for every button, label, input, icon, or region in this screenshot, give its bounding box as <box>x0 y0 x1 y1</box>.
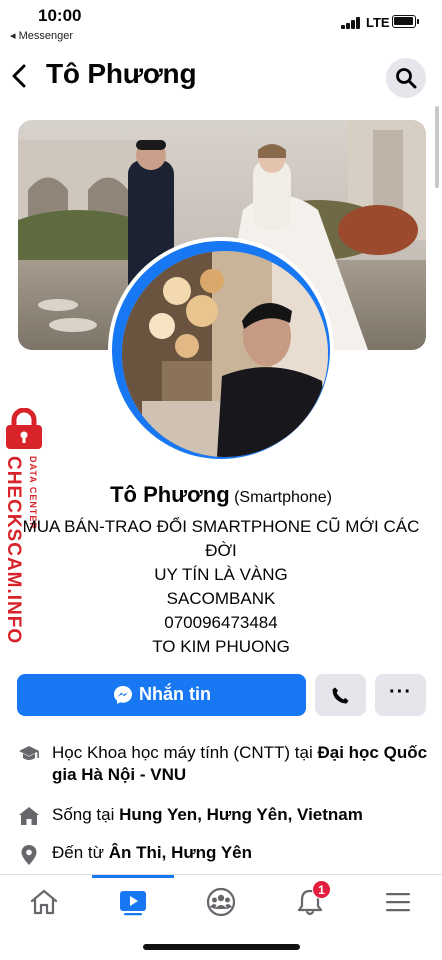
home-icon <box>30 889 58 915</box>
active-tab-indicator <box>92 875 174 878</box>
profile-header: Tô Phương <box>0 50 442 104</box>
bio-line: SACOMBANK <box>166 589 276 608</box>
from-text: Đến từ Ân Thi, Hưng Yên <box>52 842 428 864</box>
lives-in-prefix: Sống tại <box>52 805 120 824</box>
phone-icon <box>332 687 349 704</box>
groups-icon <box>206 887 236 917</box>
lives-in-place-link[interactable]: Hung Yen, Hưng Yên, Vietnam <box>119 805 363 824</box>
from-prefix: Đến từ <box>52 843 109 862</box>
message-button-label: Nhắn tin <box>139 684 211 704</box>
chevron-left-icon <box>12 64 26 88</box>
bio-line: ĐỜI <box>205 541 237 560</box>
network-type: LTE <box>366 15 390 30</box>
profile-name: Tô Phương <box>110 482 230 507</box>
profile-bio: MUA BÁN-TRAO ĐỔI SMARTPHONE CŨ MỚI CÁC Đ… <box>10 515 432 659</box>
from-place-link[interactable]: Ân Thi, Hưng Yên <box>109 843 252 862</box>
avatar-image <box>122 251 328 457</box>
tab-menu[interactable] <box>378 887 418 917</box>
page-title: Tô Phương <box>46 58 197 89</box>
location-pin-icon <box>21 845 37 865</box>
home-indicator[interactable] <box>143 944 300 950</box>
lives-in-text: Sống tại Hung Yen, Hưng Yên, Vietnam <box>52 804 428 826</box>
back-button[interactable] <box>8 62 32 90</box>
profile-category: (Smartphone) <box>234 489 332 506</box>
tab-home[interactable] <box>24 887 64 917</box>
menu-icon <box>386 893 410 912</box>
story-ring <box>112 241 330 459</box>
bio-line: MUA BÁN-TRAO ĐỔI SMARTPHONE CŨ MỚI CÁC <box>22 517 420 536</box>
scrollbar[interactable] <box>435 106 439 188</box>
home-icon <box>19 807 39 825</box>
back-to-messenger-link[interactable]: ◂ Messenger <box>10 29 73 42</box>
watch-icon <box>120 891 146 916</box>
call-button[interactable] <box>315 674 366 716</box>
messenger-icon <box>114 686 132 704</box>
tab-watch[interactable] <box>113 887 153 917</box>
bio-line: TO KIM PHUONG <box>152 637 290 656</box>
more-button[interactable]: ··· <box>375 674 426 716</box>
battery-icon <box>392 15 419 28</box>
search-button[interactable] <box>386 58 426 98</box>
education-prefix: Học Khoa học máy tính (CNTT) tại <box>52 743 318 762</box>
bio-line: UY TÍN LÀ VÀNG <box>154 565 288 584</box>
status-bar: 10:00 ◂ Messenger LTE <box>0 0 442 46</box>
graduation-cap-icon <box>19 746 39 760</box>
avatar <box>122 251 328 457</box>
notification-badge: 1 <box>312 880 331 899</box>
more-icon: ··· <box>389 681 412 703</box>
lock-icon <box>6 408 42 449</box>
search-icon <box>396 68 417 89</box>
signal-icon <box>341 17 363 29</box>
education-text: Học Khoa học máy tính (CNTT) tại Đại học… <box>52 742 428 786</box>
profile-picture[interactable] <box>108 237 334 463</box>
profile-name-line: Tô Phương (Smartphone) <box>0 482 442 508</box>
tab-groups[interactable] <box>201 887 241 917</box>
message-button[interactable]: Nhắn tin <box>17 674 306 716</box>
bio-line: 070096473484 <box>164 613 278 632</box>
status-time: 10:00 <box>38 6 82 25</box>
